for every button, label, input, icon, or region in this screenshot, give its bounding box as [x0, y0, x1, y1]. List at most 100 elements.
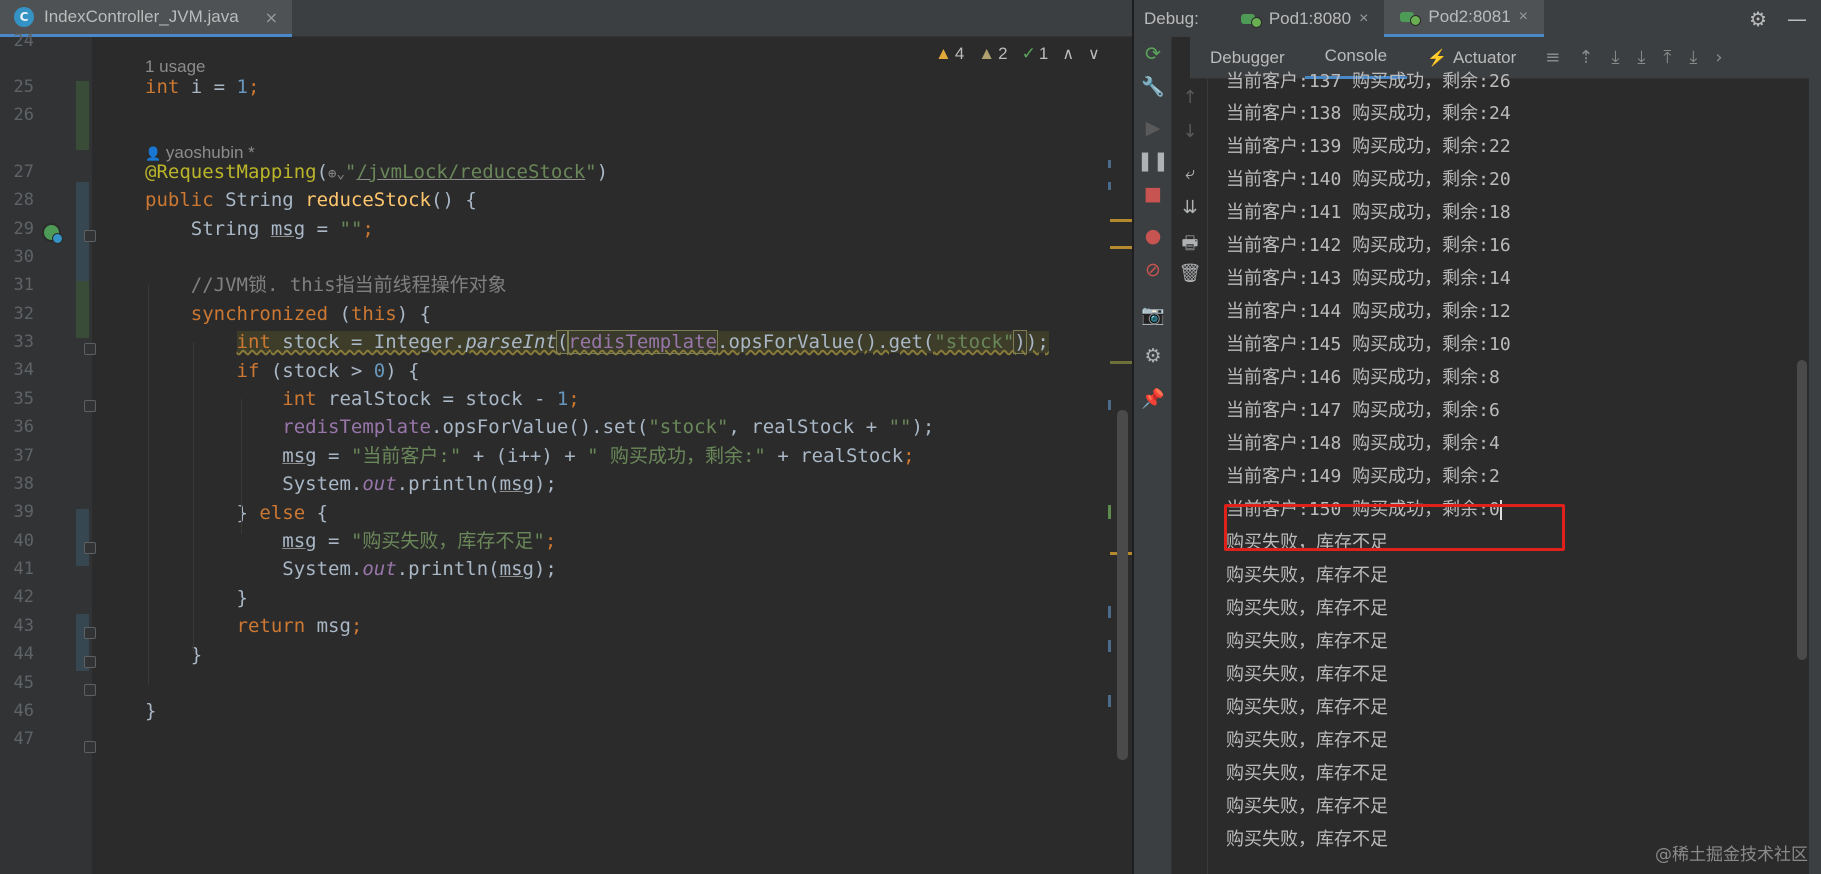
line-number: 32: [13, 304, 34, 324]
show-execution-point-icon[interactable]: ⇡: [1569, 47, 1602, 68]
code-line-41: System.out.println(msg);: [145, 558, 557, 580]
console-output[interactable]: 当前客户:137 购买成功，剩余:26 当前客户:138 购买成功，剩余:24 …: [1226, 71, 1806, 874]
debug-title: Debug:: [1144, 8, 1199, 28]
close-icon[interactable]: ×: [265, 8, 278, 27]
header-actions: ⚙ —: [1749, 7, 1807, 31]
code-line-34: if (stock > 0) {: [236, 360, 420, 382]
stop-icon[interactable]: ■: [1134, 183, 1172, 205]
debug-tool-window: Debug: Pod1:8080 × Pod2:8081 × ⚙ — ⟳ 🔧 ▶…: [1132, 0, 1821, 874]
camera-icon[interactable]: 📷: [1134, 303, 1172, 326]
session-tab-label: Pod1:8080: [1268, 8, 1352, 28]
fold-marker[interactable]: [84, 656, 96, 668]
trash-icon[interactable]: 🗑: [1172, 263, 1208, 284]
weak-warning-stripe-mark[interactable]: [1110, 361, 1132, 364]
spring-boot-run-icon: [1400, 10, 1422, 26]
code-line-25: int i = 1;: [145, 76, 260, 98]
editor-gutter: 24 25 26 27 28 29 30 31 32 33 34 35 36 3…: [0, 31, 96, 874]
gear-icon[interactable]: ⚙: [1749, 7, 1767, 31]
request-path[interactable]: /jvmLock/reduceStock: [356, 161, 585, 183]
menu-icon[interactable]: ≡: [1536, 47, 1569, 68]
session-tab-pod2[interactable]: Pod2:8081 ×: [1384, 0, 1545, 37]
error-stripe-mark[interactable]: [1108, 640, 1111, 652]
warning-stripe-mark[interactable]: [1110, 246, 1132, 249]
error-stripe-mark[interactable]: [1108, 182, 1111, 190]
console-line: 当前客户:138 购买成功，剩余:24: [1226, 103, 1511, 124]
fold-marker[interactable]: [84, 741, 96, 753]
fold-marker[interactable]: [84, 684, 96, 696]
code-line-27: @RequestMapping(⊕⌄"/jvmLock/reduceStock"…: [145, 161, 609, 183]
session-tab-label: Pod2:8081: [1428, 7, 1511, 26]
error-stripe-mark[interactable]: [1108, 606, 1111, 618]
error-stripe-mark[interactable]: [1108, 695, 1111, 707]
console-line: 当前客户:145 购买成功，剩余:10: [1226, 334, 1511, 355]
console-line: 购买失败，库存不足: [1226, 598, 1388, 619]
line-number: 37: [13, 446, 34, 466]
code-line-35: int realStock = stock - 1;: [282, 388, 580, 410]
console-line: 购买失败，库存不足: [1226, 631, 1388, 652]
fold-marker[interactable]: [84, 230, 96, 242]
watermark: @稀土掘金技术社区: [1655, 845, 1808, 865]
warning-stripe-mark[interactable]: [1110, 219, 1132, 222]
console-line: 当前客户:148 购买成功，剩余:4: [1226, 433, 1500, 454]
mute-breakpoints-icon[interactable]: ⊘: [1134, 259, 1172, 281]
fold-marker[interactable]: [84, 400, 96, 412]
console-line: 购买失败，库存不足: [1226, 565, 1388, 586]
console-line: 当前客户:139 购买成功，剩余:22: [1226, 136, 1511, 157]
line-number: 33: [13, 332, 34, 352]
pause-icon[interactable]: ❚❚: [1134, 150, 1172, 172]
close-icon[interactable]: ×: [1359, 10, 1368, 28]
line-number: 47: [13, 729, 34, 749]
close-icon[interactable]: ×: [1519, 8, 1528, 26]
step-out-icon[interactable]: ⤒: [1654, 47, 1680, 68]
vcs-stripe-mark[interactable]: [1108, 505, 1111, 519]
soft-wrap-icon[interactable]: ⤶: [1172, 163, 1208, 184]
code-line-40: msg = "购买失败，库存不足";: [282, 530, 557, 552]
line-number: 28: [13, 190, 34, 210]
session-tab-pod1[interactable]: Pod1:8080 ×: [1225, 0, 1385, 37]
fold-marker[interactable]: [84, 542, 96, 554]
debug-side-toolbar: ⟳ 🔧 ▶ ❚❚ ■ ● ⊘ 📷 ⚙ 📌: [1134, 37, 1172, 874]
web-endpoint-icon[interactable]: ⊕⌄: [328, 166, 345, 182]
code-area[interactable]: 1 usage int i = 1; 👤 yaoshubin * @Reques…: [145, 37, 1105, 874]
modify-run-configuration-icon[interactable]: 🔧: [1134, 75, 1172, 98]
editor-scrollbar-thumb[interactable]: [1117, 410, 1128, 760]
console-line: 购买失败，库存不足: [1226, 730, 1388, 751]
code-line-36: redisTemplate.opsForValue().set("stock",…: [282, 416, 935, 438]
step-into-icon[interactable]: ⤓: [1628, 47, 1654, 68]
line-number: 35: [13, 389, 34, 409]
error-stripe-mark[interactable]: [1108, 160, 1111, 168]
run-to-cursor-icon[interactable]: ⤓: [1680, 47, 1706, 68]
arrow-down-icon[interactable]: ↓: [1172, 121, 1208, 142]
arrow-up-icon[interactable]: ↑: [1172, 87, 1208, 108]
file-tab-label: IndexController_JVM.java: [44, 7, 239, 26]
console-line: 购买失败，库存不足: [1226, 763, 1388, 784]
line-number: 38: [13, 474, 34, 494]
console-scrollbar-thumb[interactable]: [1797, 360, 1807, 660]
step-over-icon[interactable]: ⤓: [1602, 47, 1628, 68]
resume-icon[interactable]: ▶: [1134, 117, 1172, 139]
view-breakpoints-icon[interactable]: ●: [1134, 225, 1172, 247]
line-number: 31: [13, 275, 34, 295]
scroll-to-end-icon[interactable]: ⇊: [1172, 197, 1208, 218]
line-number: 43: [13, 616, 34, 636]
minimize-icon[interactable]: —: [1787, 7, 1807, 31]
console-line: 购买失败，库存不足: [1226, 796, 1388, 817]
file-tab[interactable]: C IndexController_JVM.java ×: [0, 0, 292, 37]
vcs-added-marker[interactable]: [76, 281, 89, 338]
print-icon[interactable]: 🖶: [1172, 231, 1208, 261]
rerun-icon[interactable]: ⟳: [1134, 43, 1172, 65]
code-line-29: String msg = "";: [145, 218, 374, 240]
line-number: 27: [13, 162, 34, 182]
fold-marker[interactable]: [84, 343, 96, 355]
console-line: 当前客户:137 购买成功，剩余:26: [1226, 71, 1511, 92]
code-line-39: } else {: [145, 502, 329, 524]
fold-marker[interactable]: [84, 627, 96, 639]
pin-icon[interactable]: 📌: [1134, 387, 1172, 410]
vcs-added-marker[interactable]: [76, 81, 89, 150]
editor-tab-bar: C IndexController_JVM.java ×: [0, 0, 1132, 37]
spring-web-endpoint-icon[interactable]: [42, 223, 63, 244]
more-icon[interactable]: ›: [1706, 47, 1731, 68]
error-stripe-mark[interactable]: [1108, 400, 1111, 410]
settings-icon[interactable]: ⚙: [1134, 345, 1172, 367]
vcs-modified-marker[interactable]: [76, 509, 89, 566]
